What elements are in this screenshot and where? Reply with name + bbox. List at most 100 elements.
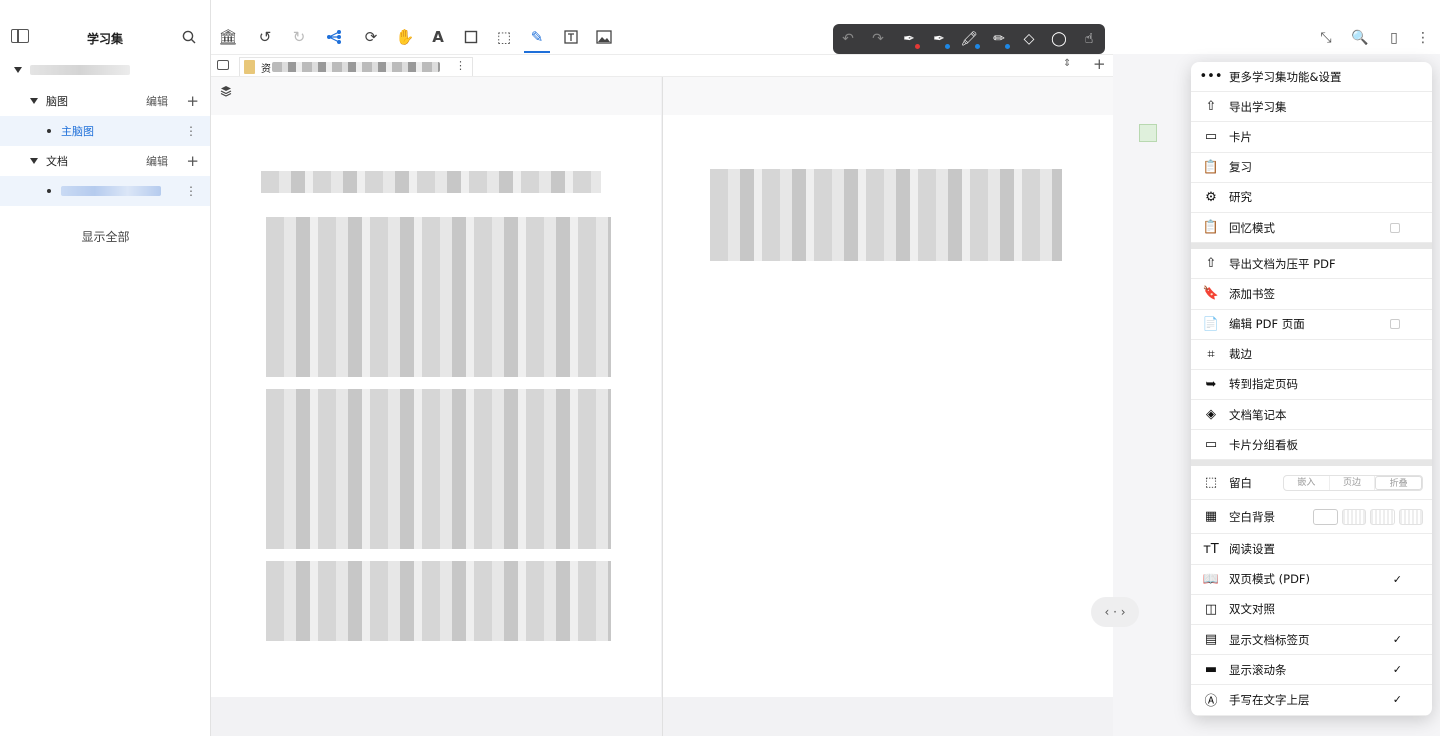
menu-item[interactable]: 📋 复习: [1191, 153, 1432, 183]
expand-triangle-icon[interactable]: [30, 158, 38, 164]
menu-item[interactable]: ▦ 空白背景: [1191, 500, 1432, 535]
segment-option[interactable]: 嵌入: [1284, 475, 1330, 490]
background-style-option[interactable]: [1341, 508, 1366, 525]
tree-group-docs[interactable]: 文档 编辑 +: [0, 146, 210, 176]
notebook-icon[interactable]: ▯: [1386, 30, 1402, 46]
touch-hand-icon[interactable]: ☝: [1080, 30, 1098, 48]
fountain-pen-red-icon[interactable]: ✒: [900, 30, 920, 49]
menu-item[interactable]: ▬ 显示滚动条 ✓: [1191, 655, 1432, 686]
mindmap-icon[interactable]: [325, 28, 343, 46]
pen-undo-icon[interactable]: ↶: [839, 30, 857, 48]
edit-link[interactable]: 编辑: [146, 93, 168, 109]
menu-item[interactable]: 📋 回忆模式: [1191, 213, 1432, 244]
background-style-option[interactable]: [1398, 508, 1423, 525]
page-right[interactable]: [663, 77, 1113, 697]
undo-icon[interactable]: ↺: [256, 28, 274, 46]
search-icon[interactable]: [182, 30, 196, 44]
menu-item[interactable]: ⚙ 研究: [1191, 183, 1432, 213]
more-vertical-icon[interactable]: ⋮: [185, 124, 197, 138]
more-vertical-icon[interactable]: ⋮: [1415, 30, 1431, 46]
eraser-icon[interactable]: ◇: [1020, 30, 1038, 48]
document-title-redacted: [61, 186, 161, 196]
page-nav-control[interactable]: ‹ · ›: [1091, 597, 1139, 627]
menu-item[interactable]: ◈ 文档笔记本: [1191, 400, 1432, 431]
show-all-link[interactable]: 显示全部: [0, 228, 211, 245]
group-label: 脑图: [46, 95, 68, 108]
pen-redo-icon[interactable]: ↷: [869, 30, 887, 48]
group-label: 文档: [46, 155, 68, 168]
collapse-icon[interactable]: ⤡: [1318, 30, 1334, 46]
menu-item[interactable]: ◫ 双文对照: [1191, 595, 1432, 625]
add-tab-icon[interactable]: +: [1093, 55, 1106, 73]
tree-item-document[interactable]: ⋮: [0, 176, 210, 206]
add-icon[interactable]: +: [186, 92, 199, 110]
segment-option[interactable]: 页边: [1330, 475, 1376, 490]
background-style-option[interactable]: [1313, 508, 1338, 525]
background-style-option[interactable]: [1370, 508, 1395, 525]
tree-group-mindmap[interactable]: 脑图 编辑 +: [0, 86, 210, 116]
expand-triangle-icon[interactable]: [30, 98, 38, 104]
settings-menu: ••• 更多学习集功能&设置 ⇧ 导出学习集 ▭ 卡片 📋 复习 ⚙ 研究 📋 回忆模式 ⇧ 导出文档为压…: [1191, 62, 1432, 716]
pen-icon[interactable]: ✎: [528, 28, 546, 46]
edit-link[interactable]: 编辑: [146, 153, 168, 169]
doc-search-icon[interactable]: 🔍: [1351, 30, 1368, 46]
reorder-icon[interactable]: ⇕: [1063, 58, 1071, 69]
edit-pdf-icon: 📄: [1202, 316, 1220, 332]
menu-item[interactable]: ➥ 转到指定页码: [1191, 370, 1432, 401]
more-vertical-icon[interactable]: ⋮: [185, 184, 197, 198]
text-highlight-icon[interactable]: A: [429, 28, 447, 46]
lasso-icon[interactable]: ◯: [1050, 30, 1068, 48]
menu-item[interactable]: Ⓐ 手写在文字上层 ✓: [1191, 685, 1432, 716]
expand-triangle-icon[interactable]: [14, 67, 22, 73]
layers-icon[interactable]: [220, 85, 232, 97]
grid-icon: ▦: [1204, 509, 1218, 525]
page-left[interactable]: [211, 77, 661, 697]
crop-expand-icon[interactable]: ⬚: [495, 28, 513, 46]
background-style-picker[interactable]: [1313, 508, 1423, 525]
sync-icon[interactable]: ⟳: [362, 28, 380, 46]
highlighter-icon[interactable]: 🖍: [960, 30, 980, 49]
menu-item[interactable]: 📖 双页模式 (PDF) ✓: [1191, 565, 1432, 595]
menu-item[interactable]: ••• 更多学习集功能&设置: [1191, 62, 1432, 93]
sidebar: 学习集 脑图 编辑 + 主脑图 ⋮ 文档 编辑 + ⋮ 显示全部: [0, 0, 211, 736]
menu-item[interactable]: ▤ 显示文档标签页 ✓: [1191, 625, 1432, 656]
marker-icon[interactable]: ✏: [990, 30, 1010, 49]
checkbox[interactable]: [1390, 319, 1400, 330]
menu-item[interactable]: ▭ 卡片: [1191, 122, 1432, 153]
library-icon[interactable]: 🏛: [218, 28, 237, 46]
menu-item[interactable]: ⇧ 导出文档为压平 PDF: [1191, 249, 1432, 280]
add-icon[interactable]: +: [186, 152, 199, 170]
menu-item[interactable]: ▭ 卡片分组看板: [1191, 430, 1432, 461]
menu-item[interactable]: ⌗ 裁边: [1191, 340, 1432, 370]
document-tab[interactable]: 资 ⋮: [239, 57, 473, 76]
tree-root[interactable]: [0, 56, 210, 84]
tab-more-icon[interactable]: ⋮: [455, 59, 466, 72]
handwrite-icon: Ⓐ: [1204, 694, 1218, 710]
app-window: 学习集 脑图 编辑 + 主脑图 ⋮ 文档 编辑 + ⋮ 显示全部 🏛 ↺ ↻ ⟳…: [0, 0, 1440, 736]
page-header-strip: [211, 77, 661, 115]
checkbox[interactable]: [1390, 222, 1400, 233]
rectangle-select-icon[interactable]: [462, 28, 480, 46]
menu-item[interactable]: ⇧ 导出学习集: [1191, 92, 1432, 123]
menu-item[interactable]: ⬚ 留白 嵌入 页边 折叠: [1191, 466, 1432, 501]
menu-item[interactable]: 📄 编辑 PDF 页面: [1191, 310, 1432, 340]
document-viewer[interactable]: [211, 77, 1113, 736]
card-thumbnail-icon[interactable]: [1139, 124, 1157, 142]
panel-toggle-icon[interactable]: [217, 60, 229, 70]
menu-item[interactable]: ᴛT 阅读设置: [1191, 534, 1432, 565]
fountain-pen-blue-icon[interactable]: ✒: [930, 30, 950, 49]
image-icon[interactable]: [595, 28, 613, 46]
menu-item-label: 手写在文字上层: [1229, 692, 1310, 707]
segment-option[interactable]: 折叠: [1375, 475, 1423, 490]
redo-icon[interactable]: ↻: [290, 28, 308, 46]
menu-item[interactable]: 🔖 添加书签: [1191, 279, 1432, 310]
menu-item-label: 阅读设置: [1229, 542, 1275, 557]
menu-item-label: 回忆模式: [1229, 220, 1275, 235]
menu-item-label: 复习: [1229, 160, 1252, 175]
hand-tool-icon[interactable]: ✋: [396, 28, 415, 46]
tree-item-mindmap[interactable]: 主脑图 ⋮: [0, 116, 210, 146]
checkmark-icon: ✓: [1392, 633, 1402, 647]
cards-icon: ▭: [1204, 129, 1218, 145]
textbox-icon[interactable]: [562, 28, 580, 46]
margin-segmented-control[interactable]: 嵌入 页边 折叠: [1283, 474, 1423, 491]
